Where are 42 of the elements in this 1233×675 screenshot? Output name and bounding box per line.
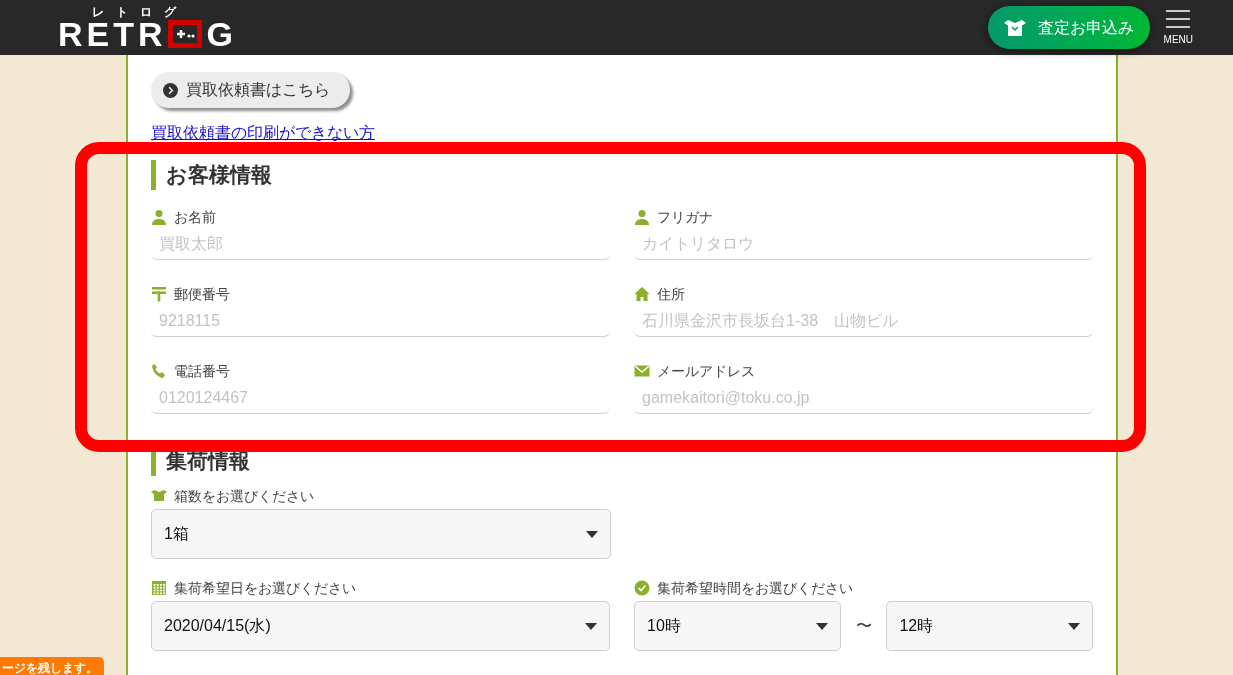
field-label: 箱数をお選びください <box>174 486 314 506</box>
text-field[interactable]: 0120124467 <box>151 382 610 414</box>
caret-icon <box>586 530 598 538</box>
field-label: お名前 <box>174 207 216 227</box>
calendar-icon <box>151 580 167 596</box>
request-form-button[interactable]: 買取依頼書はこちら <box>151 72 350 108</box>
gamepad-logo-icon <box>166 18 203 49</box>
phone-icon <box>151 363 167 379</box>
text-field[interactable]: 9218115 <box>151 305 610 337</box>
dropdown[interactable]: 12時 <box>886 601 1093 651</box>
field-label: 集荷希望時間をお選びください <box>657 578 853 598</box>
home-icon <box>634 286 650 302</box>
site-logo[interactable]: レ ト ロ グ RETR G <box>58 5 237 50</box>
envelope-icon <box>634 363 650 379</box>
chevron-circle-icon <box>163 82 178 98</box>
section-title: 集荷情報 <box>166 448 250 475</box>
dropdown[interactable]: 1箱 <box>151 509 611 559</box>
field-label: 集荷希望日をお選びください <box>174 578 356 598</box>
print-help-link[interactable]: 買取依頼書の印刷ができない方 <box>151 121 375 145</box>
field-label: 住所 <box>657 284 685 304</box>
menu-button[interactable]: MENU <box>1163 8 1193 47</box>
field-label: メールアドレス <box>657 361 755 381</box>
dropdown[interactable]: 10時 <box>634 601 841 651</box>
person-icon <box>151 209 167 225</box>
field-label: フリガナ <box>657 207 713 227</box>
caret-icon <box>1068 622 1080 630</box>
caret-icon <box>585 622 597 630</box>
text-field[interactable]: 買取太郎 <box>151 228 610 260</box>
heading-accent-bar <box>151 160 156 190</box>
postal-mark-icon <box>151 286 167 302</box>
caret-icon <box>815 622 828 630</box>
clock-icon <box>634 580 650 596</box>
range-separator: 〜 <box>854 616 873 636</box>
dropdown[interactable]: 2020/04/15(水) <box>151 601 610 651</box>
text-field[interactable]: 石川県金沢市長坂台1-38 山物ビル <box>634 305 1093 337</box>
text-field[interactable]: カイトリタロウ <box>634 228 1093 260</box>
section-title: お客様情報 <box>166 162 272 189</box>
person-icon <box>634 209 650 225</box>
field-label: 電話番号 <box>174 361 230 381</box>
menu-icon <box>1166 8 1191 29</box>
text-field[interactable]: gamekaitori@toku.co.jp <box>634 382 1093 414</box>
field-label: 郵便番号 <box>174 284 230 304</box>
